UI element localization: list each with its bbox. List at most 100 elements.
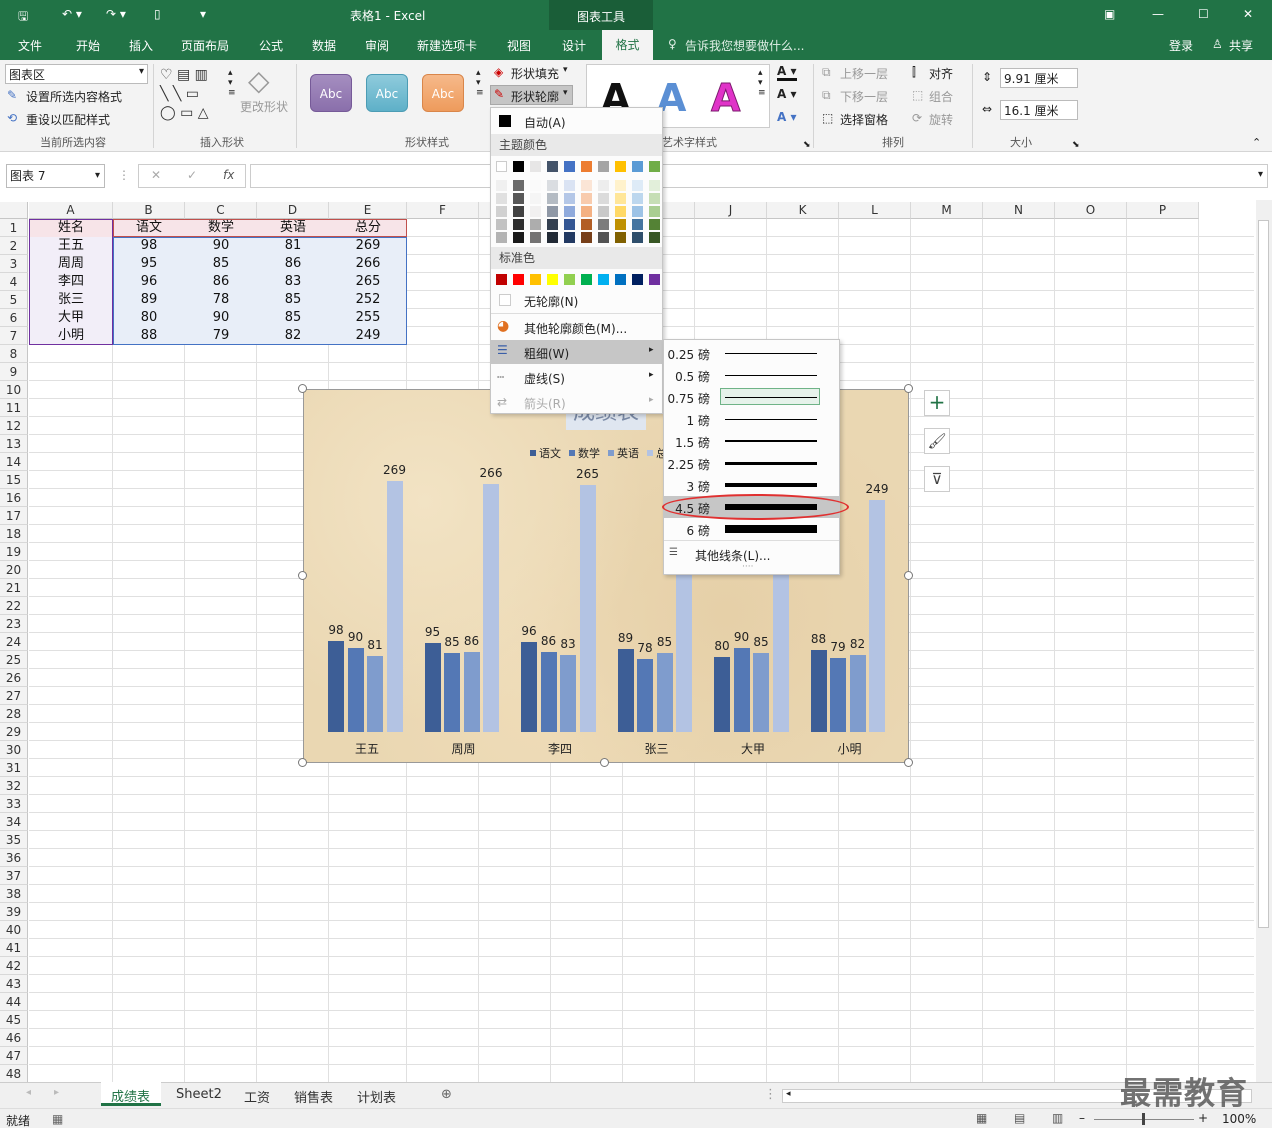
row-header[interactable]: 35 — [0, 831, 28, 849]
format-selection-button[interactable]: 设置所选内容格式 — [26, 88, 122, 105]
table-cell[interactable]: 90 — [185, 309, 257, 327]
redo-icon[interactable]: ↷ ▾ — [106, 7, 126, 21]
theme-color-swatch[interactable] — [564, 161, 575, 172]
theme-color-swatch[interactable] — [598, 206, 609, 217]
row-header[interactable]: 3 — [0, 255, 28, 273]
gallery-more-icon[interactable]: ▴ ▾ ≡ — [228, 68, 236, 98]
standard-color-swatch[interactable] — [615, 274, 626, 285]
table-cell[interactable]: 王五 — [29, 237, 113, 255]
chart-filters-button[interactable]: ⊽ — [924, 466, 950, 492]
row-header[interactable]: 7 — [0, 327, 28, 345]
tell-me-box[interactable]: 告诉我您想要做什么... — [685, 37, 804, 54]
outline-weight[interactable]: 粗细(W) — [524, 345, 569, 362]
standard-color-swatch[interactable] — [581, 274, 592, 285]
resize-handle[interactable] — [298, 384, 307, 393]
selection-pane-button[interactable]: 选择窗格 — [840, 111, 888, 128]
chart-bar[interactable] — [347, 648, 364, 732]
chart-bar[interactable] — [560, 654, 576, 732]
chart-bar[interactable] — [424, 643, 441, 732]
column-header[interactable]: D — [257, 202, 329, 219]
table-cell[interactable]: 265 — [329, 273, 407, 291]
new-file-icon[interactable]: ▯ — [154, 7, 161, 21]
chart-bar[interactable] — [869, 499, 885, 732]
row-header[interactable]: 20 — [0, 561, 28, 579]
row-header[interactable]: 10 — [0, 381, 28, 399]
page-layout-view-icon[interactable]: ▤ — [1014, 1111, 1025, 1125]
standard-color-swatch[interactable] — [513, 274, 524, 285]
theme-color-swatch[interactable] — [513, 193, 524, 204]
row-header[interactable]: 40 — [0, 921, 28, 939]
table-cell[interactable]: 82 — [257, 327, 329, 345]
tab-design[interactable]: 设计 — [562, 37, 586, 54]
theme-color-swatch[interactable] — [615, 219, 626, 230]
theme-color-swatch[interactable] — [581, 232, 592, 243]
more-outline-colors[interactable]: 其他轮廓颜色(M)... — [524, 320, 627, 337]
chart-bar[interactable] — [521, 642, 537, 732]
table-cell[interactable]: 95 — [113, 255, 185, 273]
row-header[interactable]: 37 — [0, 867, 28, 885]
send-backward-button[interactable]: 下移一层 — [840, 88, 888, 105]
row-header[interactable]: 27 — [0, 687, 28, 705]
standard-color-swatch[interactable] — [547, 274, 558, 285]
chart-elements-button[interactable]: + — [924, 390, 950, 416]
theme-color-swatch[interactable] — [598, 180, 609, 191]
collapse-ribbon-icon[interactable]: ⌃ — [1252, 136, 1261, 149]
chart-bar[interactable] — [849, 655, 866, 732]
resize-handle[interactable] — [600, 758, 609, 767]
no-outline[interactable]: 无轮廓(N) — [524, 293, 578, 310]
tab-format[interactable]: 格式 — [602, 30, 653, 60]
text-outline-icon[interactable]: A ▾ — [777, 87, 797, 101]
enter-icon[interactable]: ✓ — [187, 168, 197, 182]
chart-bar[interactable] — [753, 652, 769, 732]
theme-color-swatch[interactable] — [530, 206, 541, 217]
column-header[interactable]: P — [1127, 202, 1199, 219]
rotate-button[interactable]: 旋转 — [929, 111, 953, 128]
close-icon[interactable]: ✕ — [1243, 7, 1253, 21]
zoom-out-icon[interactable]: – — [1079, 1111, 1085, 1125]
row-header[interactable]: 41 — [0, 939, 28, 957]
row-header[interactable]: 29 — [0, 723, 28, 741]
standard-color-swatch[interactable] — [496, 274, 507, 285]
theme-color-swatch[interactable] — [598, 193, 609, 204]
text-effects-icon[interactable]: A ▾ — [777, 110, 797, 124]
change-shape-button[interactable]: 更改形状 — [240, 98, 288, 115]
chart-styles-button[interactable]: 🖌 — [924, 428, 950, 454]
macro-icon[interactable]: ▦ — [52, 1112, 63, 1126]
row-header[interactable]: 14 — [0, 453, 28, 471]
theme-color-swatch[interactable] — [547, 193, 558, 204]
row-header[interactable]: 30 — [0, 741, 28, 759]
theme-color-swatch[interactable] — [581, 180, 592, 191]
row-header[interactable]: 8 — [0, 345, 28, 363]
table-cell[interactable]: 张三 — [29, 291, 113, 309]
row-header[interactable]: 31 — [0, 759, 28, 777]
row-header[interactable]: 12 — [0, 417, 28, 435]
chart-bar[interactable] — [328, 640, 344, 732]
tab-data[interactable]: 数据 — [312, 37, 336, 54]
sheet-tab-sheet2[interactable]: Sheet2 — [176, 1087, 222, 1102]
vertical-scrollbar[interactable] — [1256, 200, 1272, 1082]
table-cell[interactable]: 86 — [185, 273, 257, 291]
table-cell[interactable]: 86 — [257, 255, 329, 273]
table-cell[interactable]: 249 — [329, 327, 407, 345]
sheet-tab-active[interactable]: 成绩表 — [101, 1082, 161, 1106]
row-header[interactable]: 26 — [0, 669, 28, 687]
theme-color-swatch[interactable] — [513, 219, 524, 230]
theme-color-swatch[interactable] — [564, 180, 575, 191]
row-header[interactable]: 24 — [0, 633, 28, 651]
column-header[interactable]: K — [767, 202, 839, 219]
more-lines[interactable]: 其他线条(L)... — [695, 547, 771, 564]
chart-bar[interactable] — [656, 652, 673, 732]
add-sheet-icon[interactable]: ⊕ — [441, 1087, 452, 1102]
row-header[interactable]: 6 — [0, 309, 28, 327]
table-cell[interactable]: 大甲 — [29, 309, 113, 327]
chart-bar[interactable] — [579, 484, 596, 732]
outline-arrows[interactable]: 箭头(R) — [524, 395, 566, 412]
row-header[interactable]: 13 — [0, 435, 28, 453]
zoom-slider-thumb[interactable] — [1142, 1113, 1145, 1125]
undo-icon[interactable]: ↶ ▾ — [62, 7, 82, 21]
row-header[interactable]: 38 — [0, 885, 28, 903]
theme-color-swatch[interactable] — [496, 180, 507, 191]
resize-handle[interactable] — [904, 384, 913, 393]
table-cell[interactable]: 姓名 — [29, 219, 113, 237]
theme-color-swatch[interactable] — [564, 219, 575, 230]
